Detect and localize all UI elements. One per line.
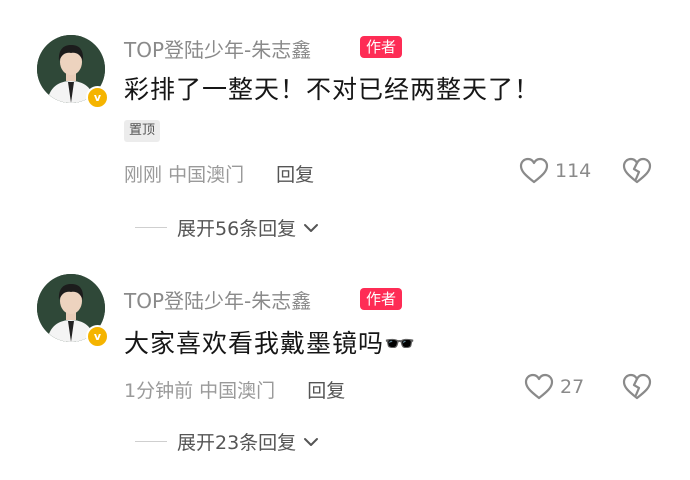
reply-button[interactable]: 回复 [276,164,314,186]
heart-outline-icon [524,373,554,400]
like-button[interactable]: 114 [519,157,591,185]
broken-heart-icon [622,373,652,400]
like-button[interactable]: 27 [524,373,584,401]
heart-outline-icon [519,157,549,184]
comment-item: v TOP登陆少年-朱志鑫 作者 大家喜欢看我戴墨镜吗🕶️ 1分钟前 中国澳门 … [0,250,690,480]
expand-replies-label: 展开23条回复 [177,432,297,454]
verified-badge-icon: v [86,325,109,348]
username[interactable]: TOP登陆少年-朱志鑫 [124,285,311,314]
dislike-button[interactable] [622,157,652,189]
author-badge: 作者 [360,288,403,310]
expand-replies-button[interactable]: 展开23条回复 [135,428,320,455]
comment-item: v TOP登陆少年-朱志鑫 作者 彩排了一整天！不对已经两整天了！ 置顶 刚刚 … [0,0,690,250]
verified-badge-icon: v [86,86,109,109]
comment-meta: 1分钟前 中国澳门 回复 [124,376,345,403]
comment-text[interactable]: 大家喜欢看我戴墨镜吗🕶️ [124,324,416,360]
comment-list: v TOP登陆少年-朱志鑫 作者 彩排了一整天！不对已经两整天了！ 置顶 刚刚 … [0,0,690,480]
expand-replies-button[interactable]: 展开56条回复 [135,214,320,241]
comment-text[interactable]: 彩排了一整天！不对已经两整天了！ [124,70,540,106]
broken-heart-icon [622,157,652,184]
username[interactable]: TOP登陆少年-朱志鑫 [124,34,311,63]
author-badge: 作者 [360,36,403,58]
comment-time: 刚刚 [124,164,163,186]
divider [135,441,167,442]
like-count: 27 [560,376,585,398]
comment-time: 1分钟前 [124,380,194,402]
comment-meta: 刚刚 中国澳门 回复 [124,160,314,187]
like-count: 114 [555,160,592,182]
chevron-down-icon [304,223,319,232]
chevron-down-icon [304,437,319,446]
expand-replies-label: 展开56条回复 [177,218,297,240]
comment-location: 中国澳门 [199,380,276,402]
divider [135,227,167,228]
reply-button[interactable]: 回复 [307,380,345,402]
dislike-button[interactable] [622,373,652,405]
pinned-tag: 置顶 [124,120,161,142]
comment-location: 中国澳门 [168,164,245,186]
